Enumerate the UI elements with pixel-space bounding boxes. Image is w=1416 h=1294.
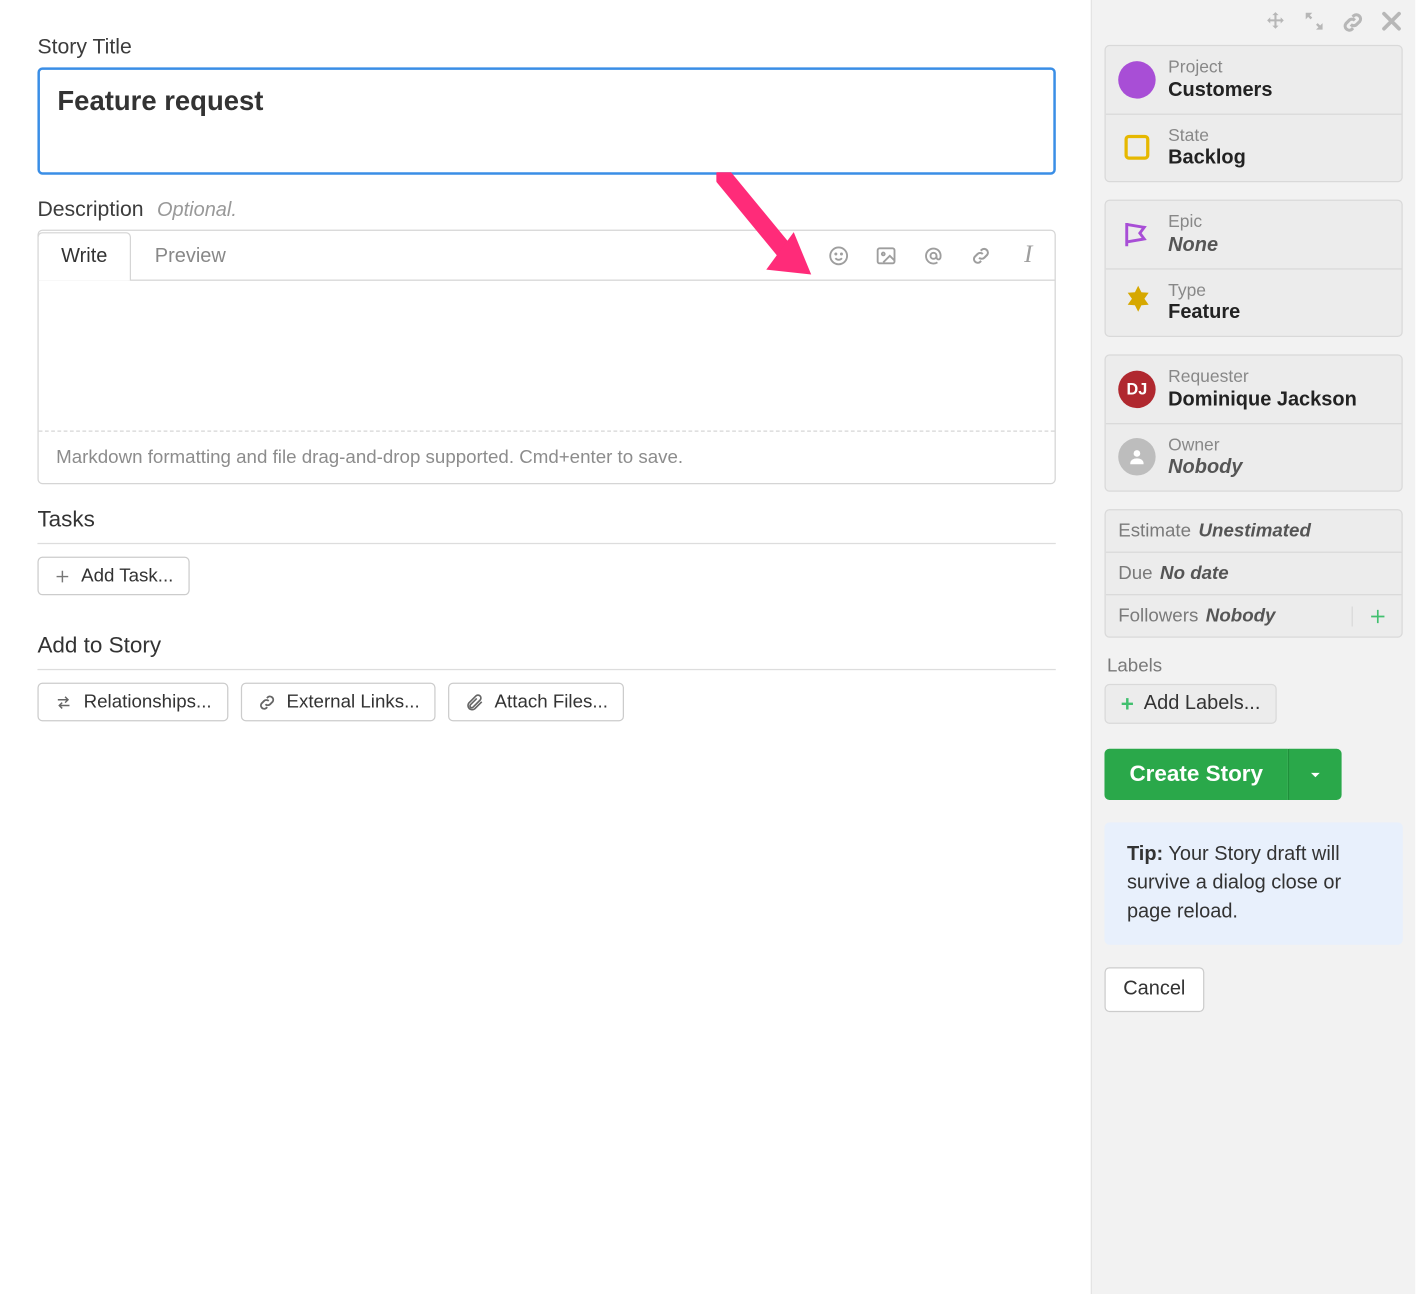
requester-field[interactable]: DJ Requester Dominique Jackson [1106, 356, 1402, 423]
tip-box: Tip: Your Story draft will survive a dia… [1104, 822, 1402, 944]
state-icon [1118, 129, 1155, 166]
create-story-button[interactable]: Create Story [1104, 749, 1288, 800]
description-hint: Markdown formatting and file drag-and-dr… [39, 431, 1055, 483]
add-follower-button[interactable] [1352, 606, 1389, 626]
move-icon[interactable] [1263, 10, 1288, 35]
description-textarea[interactable] [39, 281, 1055, 431]
description-label: Description Optional. [37, 197, 1055, 222]
project-color-icon [1118, 61, 1155, 98]
type-field[interactable]: Type Feature [1106, 268, 1402, 336]
close-icon[interactable] [1380, 10, 1402, 35]
editor-toolbar: I [827, 244, 1039, 266]
owner-field[interactable]: Owner Nobody [1106, 422, 1402, 490]
description-optional: Optional. [157, 200, 237, 221]
expand-icon[interactable] [1303, 10, 1325, 35]
add-to-story-buttons: Relationships... External Links... Attac… [37, 683, 1055, 722]
estimate-field[interactable]: Estimate Unestimated [1106, 510, 1402, 551]
external-links-button[interactable]: External Links... [240, 683, 436, 722]
link-icon [257, 692, 277, 712]
cancel-button[interactable]: Cancel [1104, 967, 1204, 1012]
emoji-icon[interactable] [827, 244, 849, 266]
relationships-button[interactable]: Relationships... [37, 683, 227, 722]
permalink-icon[interactable] [1340, 10, 1365, 35]
project-field[interactable]: Project Customers [1106, 46, 1402, 113]
main-panel: Story Title Description Optional. Write … [0, 0, 1091, 1294]
tasks-heading: Tasks [37, 507, 1055, 538]
requester-avatar: DJ [1118, 370, 1155, 407]
add-to-story-heading: Add to Story [37, 633, 1055, 664]
epic-icon [1118, 216, 1155, 253]
window-controls [1104, 7, 1402, 44]
story-title-input[interactable] [37, 67, 1055, 174]
due-field[interactable]: Due No date [1106, 552, 1402, 594]
plus-icon: + [1121, 693, 1134, 715]
add-labels-button[interactable]: + Add Labels... [1104, 684, 1276, 724]
type-icon [1118, 284, 1155, 321]
labels-heading: Labels [1107, 655, 1403, 676]
plus-icon [54, 567, 71, 584]
italic-icon[interactable]: I [1017, 244, 1039, 266]
swap-icon [54, 693, 74, 710]
story-title-label: Story Title [37, 35, 1055, 60]
paperclip-icon [465, 692, 485, 712]
link-icon[interactable] [970, 244, 992, 266]
owner-avatar-icon [1118, 438, 1155, 475]
tab-preview[interactable]: Preview [131, 232, 249, 281]
mention-icon[interactable] [922, 244, 944, 266]
tab-write[interactable]: Write [37, 232, 131, 281]
description-tabs: Write Preview I [39, 231, 1055, 281]
followers-field[interactable]: Followers Nobody [1106, 594, 1402, 636]
epic-field[interactable]: Epic None [1106, 201, 1402, 268]
image-icon[interactable] [875, 244, 897, 266]
state-field[interactable]: State Backlog [1106, 113, 1402, 181]
side-panel: Project Customers State Backlog [1091, 0, 1415, 1294]
description-box: Write Preview I [37, 230, 1055, 485]
attach-files-button[interactable]: Attach Files... [448, 683, 624, 722]
add-task-button[interactable]: Add Task... [37, 557, 189, 596]
chevron-down-icon [1307, 766, 1324, 783]
create-story-dropdown[interactable] [1288, 749, 1342, 800]
